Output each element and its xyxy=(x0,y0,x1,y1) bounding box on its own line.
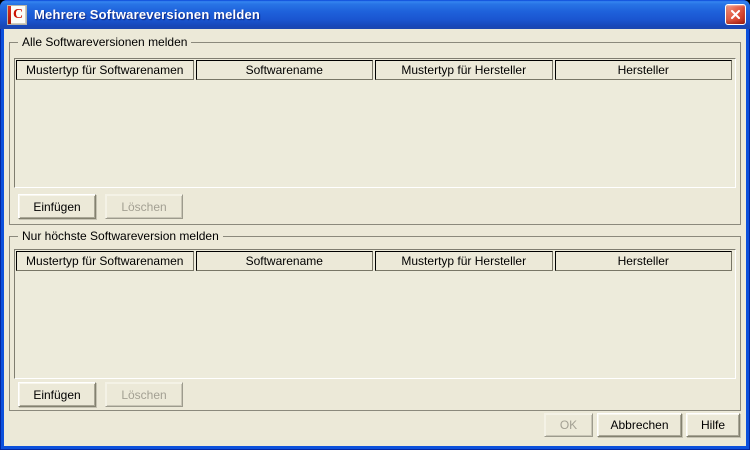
highest-version-table: Mustertyp für Softwarenamen Softwarename… xyxy=(14,249,736,379)
cancel-button[interactable]: Abbrechen xyxy=(597,413,682,437)
group-highest-version-label: Nur höchste Softwareversion melden xyxy=(18,229,223,244)
all-versions-table: Mustertyp für Softwarenamen Softwarename… xyxy=(14,58,736,188)
dialog-content: Alle Softwareversionen melden Mustertyp … xyxy=(4,29,746,446)
all-versions-delete-button[interactable]: Löschen xyxy=(105,194,183,219)
column-header-software-name[interactable]: Softwarename xyxy=(195,60,373,80)
column-header-manufacturer[interactable]: Hersteller xyxy=(554,251,732,271)
column-header-software-name[interactable]: Softwarename xyxy=(195,251,373,271)
all-versions-insert-button[interactable]: Einfügen xyxy=(18,194,96,219)
close-icon xyxy=(730,9,741,20)
dialog-footer: OK Abbrechen Hilfe xyxy=(544,413,740,437)
dialog-window: C Mehrere Softwareversionen melden Alle … xyxy=(0,0,750,450)
all-versions-table-body[interactable] xyxy=(16,82,734,186)
titlebar[interactable]: C Mehrere Softwareversionen melden xyxy=(0,0,750,29)
highest-version-table-body[interactable] xyxy=(16,273,734,377)
ok-button[interactable]: OK xyxy=(544,413,593,437)
all-versions-table-header: Mustertyp für Softwarenamen Softwarename… xyxy=(15,59,735,80)
app-icon-letter: C xyxy=(12,6,24,22)
highest-version-table-header: Mustertyp für Softwarenamen Softwarename… xyxy=(15,250,735,271)
column-header-pattern-software-name[interactable]: Mustertyp für Softwarenamen xyxy=(16,251,194,271)
column-header-pattern-software-name[interactable]: Mustertyp für Softwarenamen xyxy=(16,60,194,80)
help-button[interactable]: Hilfe xyxy=(686,413,740,437)
group-all-software-versions: Alle Softwareversionen melden Mustertyp … xyxy=(9,35,741,225)
highest-version-insert-button[interactable]: Einfügen xyxy=(18,382,96,407)
highest-version-delete-button[interactable]: Löschen xyxy=(105,382,183,407)
close-button[interactable] xyxy=(725,4,746,25)
all-versions-buttons: Einfügen Löschen xyxy=(18,194,183,219)
window-title: Mehrere Softwareversionen melden xyxy=(34,7,261,22)
highest-version-buttons: Einfügen Löschen xyxy=(18,382,183,407)
consoleone-app-icon: C xyxy=(7,4,27,25)
group-highest-software-version: Nur höchste Softwareversion melden Muste… xyxy=(9,229,741,411)
column-header-pattern-manufacturer[interactable]: Mustertyp für Hersteller xyxy=(375,251,553,271)
column-header-manufacturer[interactable]: Hersteller xyxy=(554,60,732,80)
group-all-versions-label: Alle Softwareversionen melden xyxy=(18,35,192,50)
app-icon-stripe xyxy=(8,5,11,24)
column-header-pattern-manufacturer[interactable]: Mustertyp für Hersteller xyxy=(375,60,553,80)
